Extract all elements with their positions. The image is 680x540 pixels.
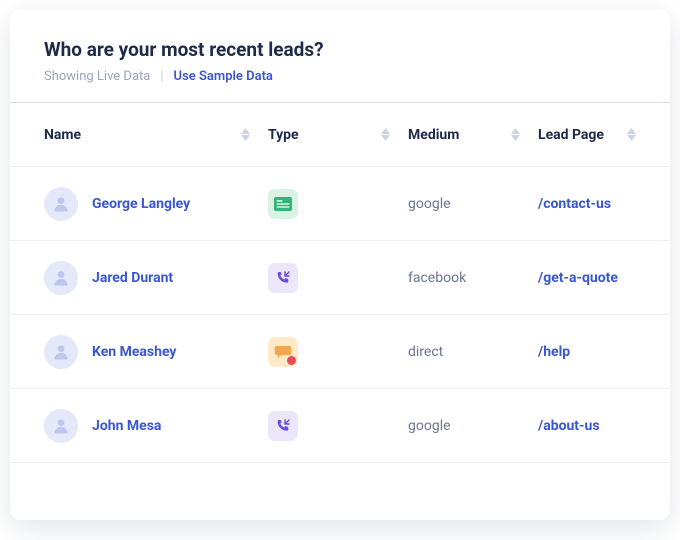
lead-medium: google [408,196,451,212]
sort-arrows-icon[interactable] [381,128,390,141]
phone-incoming-icon [268,411,298,441]
form-icon [268,189,298,219]
lead-page-link[interactable]: /contact-us [538,196,611,212]
avatar [44,335,78,369]
avatar [44,261,78,295]
table-row: George Langley google /contact-us [10,167,670,241]
sort-arrows-icon[interactable] [241,128,250,141]
sort-arrows-icon[interactable] [627,128,636,141]
column-header-medium: Medium [408,127,459,143]
lead-medium: direct [408,344,443,360]
column-header-type: Type [268,127,299,143]
chat-bubble-icon [268,337,298,367]
person-icon [51,194,71,214]
person-icon [51,416,71,436]
lead-medium: google [408,418,451,434]
use-sample-data-link[interactable]: Use Sample Data [174,69,273,84]
separator: | [160,69,163,84]
lead-page-link[interactable]: /about-us [538,418,600,434]
avatar [44,187,78,221]
sort-arrows-icon[interactable] [511,128,520,141]
card-title: Who are your most recent leads? [44,38,636,61]
live-data-label: Showing Live Data [44,69,150,84]
lead-name-link[interactable]: George Langley [92,196,190,212]
lead-name-link[interactable]: John Mesa [92,418,161,434]
person-icon [51,268,71,288]
column-header-lead-page: Lead Page [538,127,604,143]
table-row: Ken Meashey direct /help [10,315,670,389]
lead-name-link[interactable]: Ken Meashey [92,344,176,360]
card-header: Who are your most recent leads? Showing … [10,10,670,102]
leads-table: Name Type Medium [10,103,670,463]
lead-page-link[interactable]: /help [538,344,570,360]
lead-page-link[interactable]: /get-a-quote [538,270,618,286]
table-header-row: Name Type Medium [10,103,670,167]
avatar [44,409,78,443]
lead-medium: facebook [408,270,466,286]
table-row: John Mesa google /about-us [10,389,670,463]
person-icon [51,342,71,362]
data-source-row: Showing Live Data | Use Sample Data [44,69,636,84]
phone-incoming-icon [268,263,298,293]
column-header-name: Name [44,127,81,143]
lead-name-link[interactable]: Jared Durant [92,270,173,286]
table-row: Jared Durant facebook /get-a-quote [10,241,670,315]
notification-dot-icon [287,356,296,365]
leads-card: Who are your most recent leads? Showing … [10,10,670,520]
